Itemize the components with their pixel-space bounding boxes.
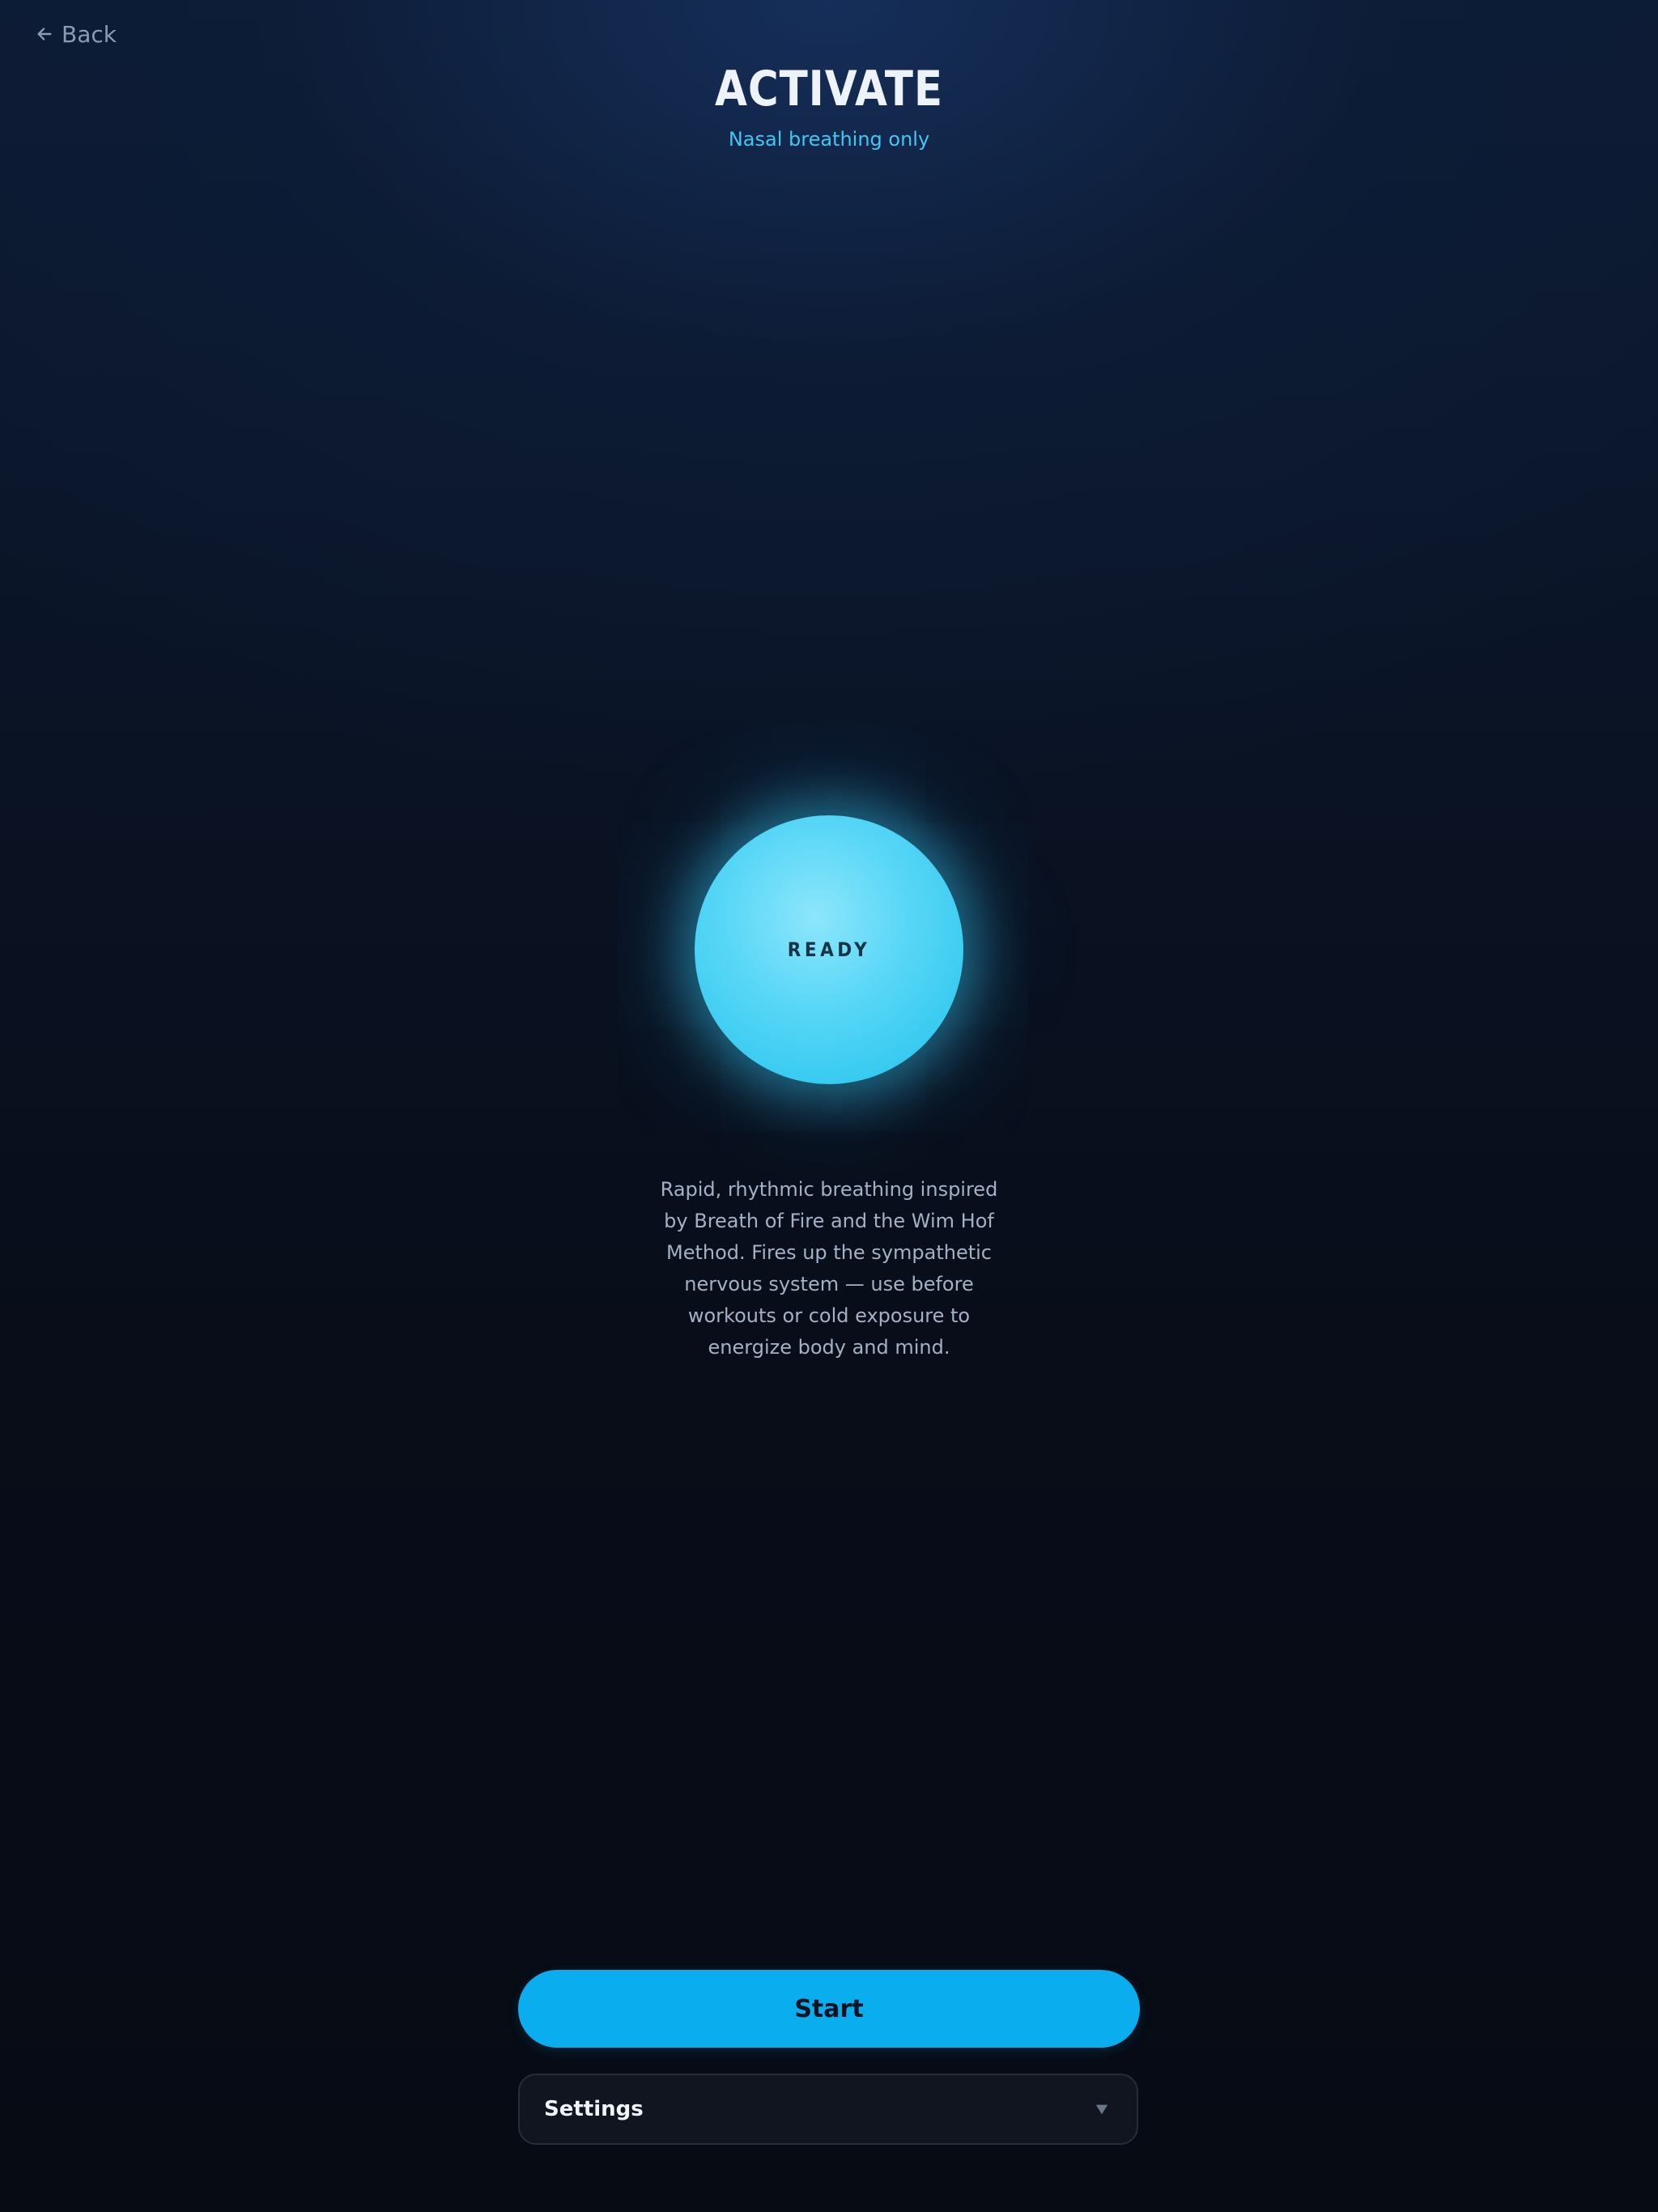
exercise-description: Rapid, rhythmic breathing inspired by Br… xyxy=(660,1178,998,1359)
orb-state-label: READY xyxy=(787,938,871,961)
background-gradient xyxy=(0,0,1658,2212)
back-label: Back xyxy=(62,20,117,48)
settings-dropdown[interactable]: Settings xyxy=(518,2074,1138,2145)
breathing-orb: READY xyxy=(695,815,963,1084)
back-button[interactable]: Back xyxy=(36,16,117,52)
start-button[interactable]: Start xyxy=(518,1970,1140,2048)
page-subtitle: Nasal breathing only xyxy=(728,128,930,151)
arrow-left-icon xyxy=(37,28,52,40)
settings-label: Settings xyxy=(544,2097,644,2121)
page-title: ACTIVATE xyxy=(715,61,943,117)
start-button-label: Start xyxy=(794,1994,864,2023)
chevron-down-icon xyxy=(1095,2104,1108,2115)
